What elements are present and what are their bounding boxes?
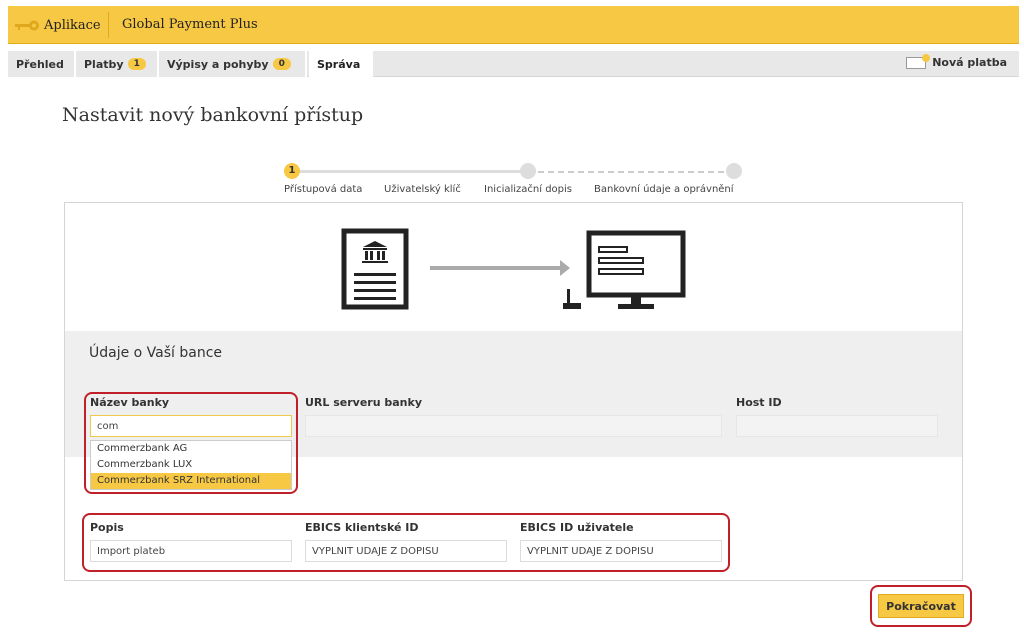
key-icon	[14, 19, 40, 31]
new-payment-button[interactable]: Nová platba	[906, 53, 1007, 69]
app-menu-label: Aplikace	[44, 17, 101, 33]
arrow-right-icon	[430, 260, 570, 276]
new-payment-label: Nová platba	[932, 56, 1007, 69]
ebics-fields-highlight	[82, 513, 730, 572]
step-4-dot	[726, 163, 742, 179]
tab-administration[interactable]: Správa	[309, 51, 373, 77]
bank-letter-icon	[341, 228, 409, 310]
step-1-dot: 1	[284, 163, 300, 179]
progress-stepper: 1 Přístupová data Uživatelský klíč Inici…	[280, 160, 750, 200]
stepper-line-done	[294, 170, 528, 173]
tab-statements[interactable]: Výpisy a pohyby 0	[159, 51, 307, 77]
host-id-label: Host ID	[736, 396, 782, 409]
step-3-dot	[520, 163, 536, 179]
step-label-access-data: Přístupová data	[284, 184, 363, 195]
tab-payments[interactable]: Platby 1	[76, 51, 159, 77]
tab-bar: Přehled Platby 1 Výpisy a pohyby 0 Správ…	[8, 51, 1019, 77]
continue-button[interactable]: Pokračovat	[878, 594, 964, 618]
header-divider	[108, 12, 109, 38]
server-url-label: URL serveru banky	[305, 396, 423, 409]
tab-overview[interactable]: Přehled	[8, 51, 76, 77]
bank-name-highlight	[84, 392, 298, 494]
tab-overview-label: Přehled	[16, 57, 64, 71]
step-label-bank-details: Bankovní údaje a oprávnění	[594, 184, 734, 195]
app-menu-button[interactable]: Aplikace	[14, 15, 101, 35]
new-payment-icon	[906, 53, 931, 69]
tab-administration-label: Správa	[317, 57, 361, 71]
page-title: Nastavit nový bankovní přístup	[62, 104, 364, 126]
document-to-computer-illustration	[341, 228, 686, 310]
step-label-init-letter: Inicializační dopis	[484, 184, 572, 195]
step-label-user-key: Uživatelský klíč	[384, 184, 461, 195]
payments-count-badge: 1	[127, 58, 146, 70]
computer-icon	[563, 230, 686, 309]
stepper-line-pending	[528, 171, 734, 173]
server-url-input[interactable]	[305, 415, 722, 437]
tab-payments-label: Platby	[84, 57, 124, 71]
host-id-input[interactable]	[736, 415, 938, 437]
tab-statements-label: Výpisy a pohyby	[167, 57, 269, 71]
app-title: Global Payment Plus	[122, 17, 258, 32]
statements-count-badge: 0	[272, 58, 291, 70]
app-header: Aplikace Global Payment Plus	[8, 6, 1019, 44]
section-title: Údaje o Vaší bance	[89, 345, 223, 361]
